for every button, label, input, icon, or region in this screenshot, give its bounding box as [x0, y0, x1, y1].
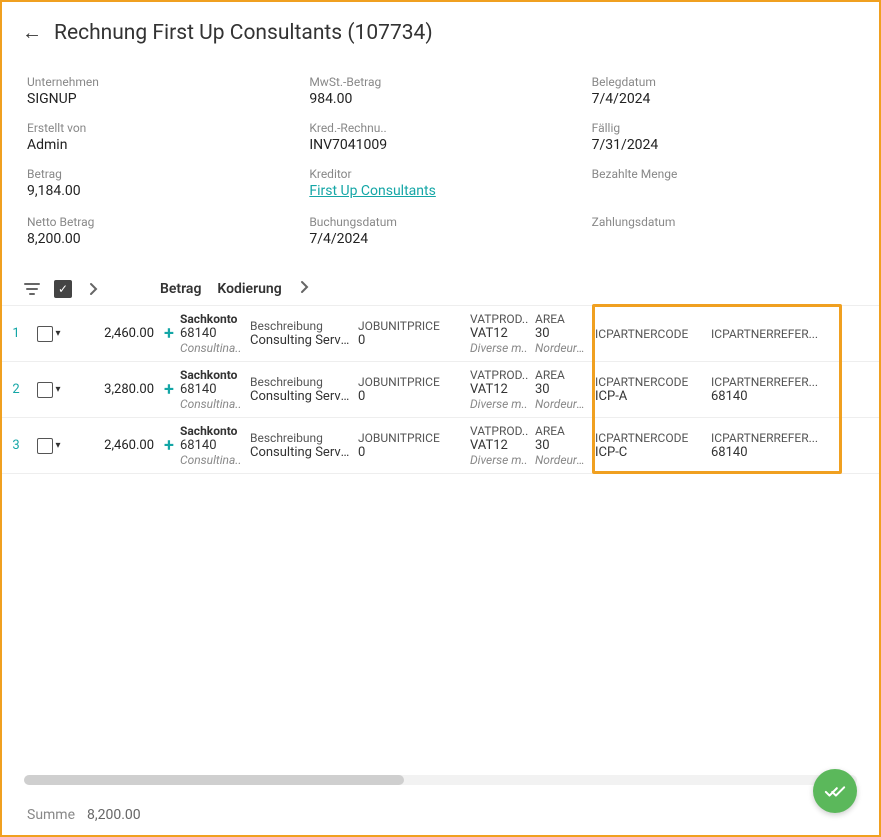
field-posting-date: Buchungsdatum 7/4/2024	[309, 215, 571, 249]
cell-area[interactable]: AREA 30 Nordeurop..	[535, 362, 595, 417]
label-due: Fällig	[592, 121, 854, 135]
row-caret-icon[interactable]: ▾	[55, 328, 60, 339]
cell-area[interactable]: AREA 30 Nordeurop..	[535, 306, 595, 361]
cell-description[interactable]: Beschreibung Consulting Servises	[250, 418, 358, 473]
table-row: 3 ▾ 2,460.00 + Sachkonto 68140 Consultin…	[2, 418, 879, 474]
cell-account[interactable]: Sachkonto 68140 Consultina..	[180, 418, 250, 473]
field-vat-amount: MwSt.-Betrag 984.00	[309, 75, 571, 107]
link-vendor[interactable]: First Up Consultants	[309, 183, 571, 199]
add-line-button[interactable]: +	[158, 306, 180, 361]
value-pay-date	[592, 231, 854, 249]
row-amount: 2,460.00	[68, 306, 158, 361]
field-amount: Betrag 9,184.00	[27, 167, 289, 201]
value-posting-date: 7/4/2024	[309, 231, 571, 247]
details-panel: Unternehmen SIGNUP MwSt.-Betrag 984.00 B…	[2, 55, 879, 279]
double-check-icon	[824, 780, 846, 802]
label-vat-amount: MwSt.-Betrag	[309, 75, 571, 89]
scrollbar-thumb[interactable]	[24, 775, 404, 785]
label-doc-date: Belegdatum	[592, 75, 854, 89]
value-vat-amount: 984.00	[309, 91, 571, 107]
cell-icpartnerrefer[interactable]: ICPARTNERREFER...	[711, 306, 829, 361]
row-amount: 2,460.00	[68, 418, 158, 473]
page-header: ← Rechnung First Up Consultants (107734)	[2, 2, 879, 55]
row-number[interactable]: 1	[2, 306, 30, 361]
label-amount: Betrag	[27, 167, 289, 181]
cell-icpartnercode[interactable]: ICPARTNERCODE ICP-C	[595, 418, 711, 473]
label-cred-inv: Kred.-Rechnu..	[309, 121, 571, 135]
row-select: ▾	[30, 306, 68, 361]
row-checkbox[interactable]	[37, 438, 53, 454]
label-posting-date: Buchungsdatum	[309, 215, 571, 229]
value-amount: 9,184.00	[27, 183, 289, 199]
footer-sum: Summe 8,200.00	[2, 801, 879, 823]
chevron-right-icon[interactable]	[84, 279, 104, 299]
label-pay-date: Zahlungsdatum	[592, 215, 854, 229]
value-doc-date: 7/4/2024	[592, 91, 854, 107]
cell-icpartnerrefer[interactable]: ICPARTNERREFER... 68140	[711, 362, 829, 417]
value-cred-inv: INV7041009	[309, 137, 571, 153]
header-amount: Betrag	[160, 281, 201, 297]
field-paid-qty: Bezahlte Menge	[592, 167, 854, 201]
cell-description[interactable]: Beschreibung Consulting Servises	[250, 362, 358, 417]
cell-jobunitprice[interactable]: JOBUNITPRICE 0	[358, 418, 470, 473]
sum-value: 8,200.00	[87, 807, 141, 823]
cell-jobunitprice[interactable]: JOBUNITPRICE 0	[358, 362, 470, 417]
back-arrow-icon[interactable]: ←	[22, 20, 42, 45]
label-created-by: Erstellt von	[27, 121, 289, 135]
cell-icpartnerrefer[interactable]: ICPARTNERREFER... 68140	[711, 418, 829, 473]
value-company: SIGNUP	[27, 91, 289, 107]
row-number[interactable]: 2	[2, 362, 30, 417]
field-created-by: Erstellt von Admin	[27, 121, 289, 153]
label-paid-qty: Bezahlte Menge	[592, 167, 854, 181]
value-paid-qty	[592, 183, 854, 201]
label-net: Netto Betrag	[27, 215, 289, 229]
coding-expand-icon[interactable]	[300, 280, 310, 298]
row-select: ▾	[30, 362, 68, 417]
table-row: 1 ▾ 2,460.00 + Sachkonto 68140 Consultin…	[2, 306, 879, 362]
horizontal-scrollbar[interactable]	[24, 775, 857, 785]
row-number[interactable]: 3	[2, 418, 30, 473]
lines-toolbar: ✓ Betrag Kodierung	[2, 279, 879, 306]
row-checkbox[interactable]	[37, 382, 53, 398]
label-company: Unternehmen	[27, 75, 289, 89]
filter-icon[interactable]	[22, 279, 42, 299]
label-vendor: Kreditor	[309, 167, 571, 181]
field-cred-inv: Kred.-Rechnu.. INV7041009	[309, 121, 571, 153]
lines-grid: 1 ▾ 2,460.00 + Sachkonto 68140 Consultin…	[2, 306, 879, 474]
add-line-button[interactable]: +	[158, 418, 180, 473]
table-row: 2 ▾ 3,280.00 + Sachkonto 68140 Consultin…	[2, 362, 879, 418]
field-company: Unternehmen SIGNUP	[27, 75, 289, 107]
field-due: Fällig 7/31/2024	[592, 121, 854, 153]
field-pay-date: Zahlungsdatum	[592, 215, 854, 249]
field-net: Netto Betrag 8,200.00	[27, 215, 289, 249]
field-vendor: Kreditor First Up Consultants	[309, 167, 571, 201]
row-select: ▾	[30, 418, 68, 473]
cell-area[interactable]: AREA 30 Nordeurop..	[535, 418, 595, 473]
header-coding: Kodierung	[217, 281, 281, 297]
value-net: 8,200.00	[27, 231, 289, 247]
field-doc-date: Belegdatum 7/4/2024	[592, 75, 854, 107]
cell-icpartnercode[interactable]: ICPARTNERCODE ICP-A	[595, 362, 711, 417]
cell-vatprod[interactable]: VATPROD.. VAT12 Diverse m..	[470, 362, 535, 417]
sum-label: Summe	[27, 807, 75, 823]
cell-description[interactable]: Beschreibung Consulting Servises	[250, 306, 358, 361]
row-amount: 3,280.00	[68, 362, 158, 417]
row-caret-icon[interactable]: ▾	[55, 440, 60, 451]
select-all-checkbox[interactable]: ✓	[54, 280, 72, 298]
cell-jobunitprice[interactable]: JOBUNITPRICE 0	[358, 306, 470, 361]
row-checkbox[interactable]	[37, 326, 53, 342]
add-line-button[interactable]: +	[158, 362, 180, 417]
cell-icpartnercode[interactable]: ICPARTNERCODE	[595, 306, 711, 361]
value-due: 7/31/2024	[592, 137, 854, 153]
cell-vatprod[interactable]: VATPROD.. VAT12 Diverse m..	[470, 306, 535, 361]
approve-fab-button[interactable]	[813, 769, 857, 813]
value-created-by: Admin	[27, 137, 289, 153]
cell-account[interactable]: Sachkonto 68140 Consultina..	[180, 306, 250, 361]
cell-vatprod[interactable]: VATPROD.. VAT12 Diverse m..	[470, 418, 535, 473]
page-title: Rechnung First Up Consultants (107734)	[54, 21, 433, 45]
row-caret-icon[interactable]: ▾	[55, 384, 60, 395]
cell-account[interactable]: Sachkonto 68140 Consultina..	[180, 362, 250, 417]
